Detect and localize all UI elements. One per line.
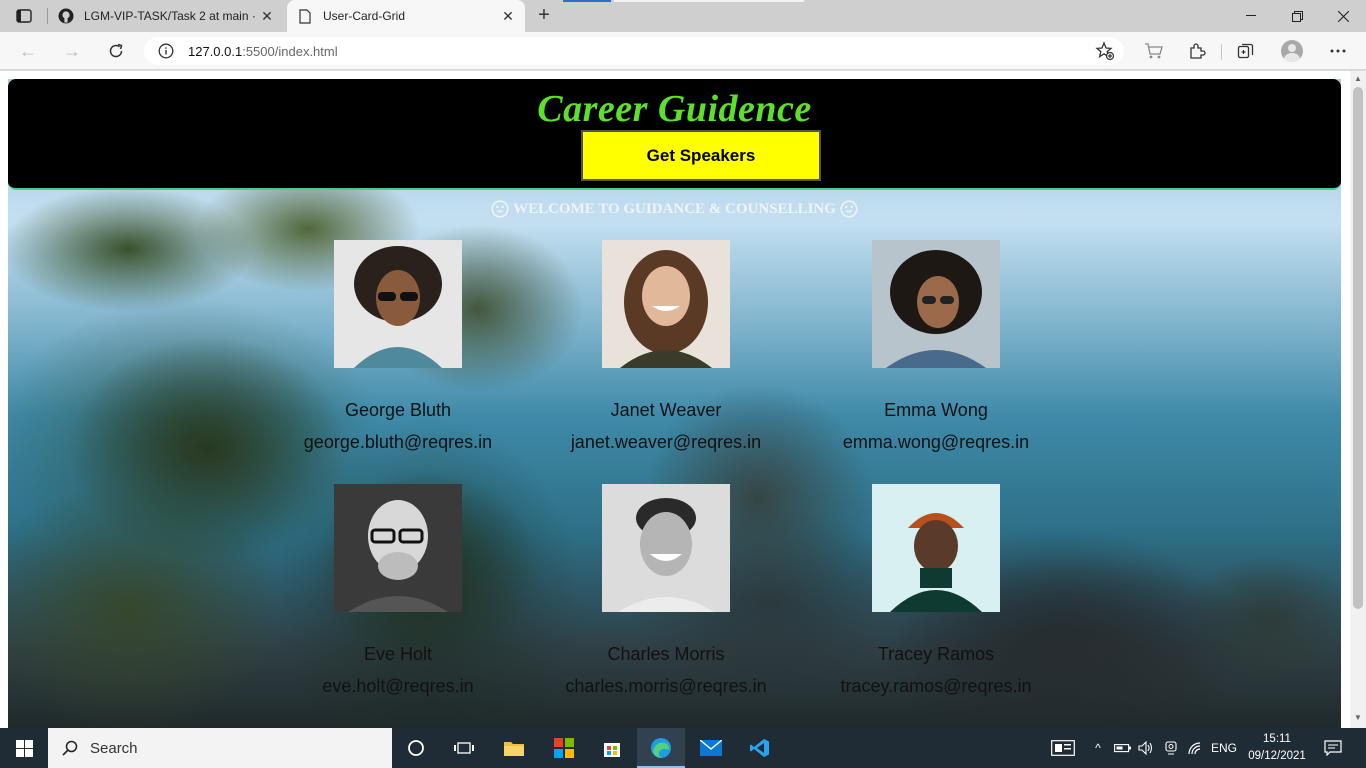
url-path: :5500/index.html: [242, 43, 338, 59]
tab-title: User-Card-Grid: [323, 9, 406, 23]
tab-indicator: [563, 0, 611, 2]
edge-browser-icon[interactable]: [637, 728, 685, 768]
scroll-down-icon[interactable]: ▼: [1353, 713, 1363, 723]
task-view-icon[interactable]: [440, 728, 488, 768]
collections-icon[interactable]: [1235, 41, 1257, 61]
office-icon[interactable]: [540, 728, 588, 768]
user-email: charles.morris@reqres.in: [565, 676, 767, 696]
user-card: Emma Wong emma.wong@reqres.in: [816, 240, 1056, 453]
user-avatar: [334, 484, 462, 612]
welcome-banner: WELCOME TO GUIDANCE & COUNSELLING: [8, 200, 1341, 218]
camera-icon[interactable]: [1162, 728, 1180, 768]
windows-start-icon[interactable]: [0, 728, 48, 768]
close-icon[interactable]: ✕: [256, 5, 278, 27]
user-email: george.bluth@reqres.in: [303, 432, 493, 452]
windows-taskbar: Search ^ ENG 15:11 09/12/2021: [0, 728, 1366, 768]
url-text[interactable]: 127.0.0.1:5500/index.html: [188, 44, 338, 59]
tab-actions-icon[interactable]: [10, 6, 38, 26]
page-title: Career Guidence: [537, 88, 812, 130]
smiley-icon: [491, 200, 509, 218]
extensions-icon[interactable]: [1186, 41, 1208, 61]
user-name: George Bluth: [344, 400, 452, 420]
user-avatar: [872, 484, 1000, 612]
user-avatar: [334, 240, 462, 368]
cortana-icon[interactable]: [392, 728, 440, 768]
tab-strip: LGM-VIP-TASK/Task 2 at main · s ✕ User-C…: [0, 0, 1366, 32]
github-icon: [58, 8, 74, 24]
user-email: eve.holt@reqres.in: [322, 676, 474, 696]
more-options-icon[interactable]: [1327, 41, 1349, 61]
get-speakers-button[interactable]: Get Speakers: [581, 130, 821, 181]
file-explorer-icon[interactable]: [490, 728, 538, 768]
restore-icon[interactable]: [1274, 0, 1320, 32]
user-avatar: [602, 484, 730, 612]
battery-icon[interactable]: [1114, 728, 1132, 768]
smiley-icon: [840, 200, 858, 218]
url-host: 127.0.0.1: [188, 43, 243, 59]
browser-toolbar: ← → 127.0.0.1:5500/index.html: [0, 32, 1366, 70]
user-name: Emma Wong: [884, 400, 988, 420]
vscode-icon[interactable]: [736, 728, 784, 768]
store-icon[interactable]: [588, 728, 636, 768]
search-icon: [62, 740, 78, 756]
user-avatar: [602, 240, 730, 368]
shopping-icon[interactable]: [1143, 41, 1165, 61]
close-icon[interactable]: ✕: [497, 5, 519, 27]
search-label: Search: [90, 739, 138, 757]
clock-date: 09/12/2021: [1248, 750, 1306, 762]
info-icon[interactable]: [158, 43, 174, 59]
language-indicator[interactable]: ENG: [1210, 728, 1238, 768]
volume-icon[interactable]: [1137, 728, 1155, 768]
address-bar[interactable]: 127.0.0.1:5500/index.html: [144, 37, 1124, 65]
favorites-add-icon[interactable]: [1094, 41, 1116, 61]
scrollbar-thumb[interactable]: [1353, 87, 1363, 609]
user-email: tracey.ramos@reqres.in: [840, 676, 1032, 696]
wifi-icon[interactable]: [1186, 728, 1204, 768]
user-avatar: [872, 240, 1000, 368]
refresh-icon[interactable]: [102, 38, 130, 64]
user-email: janet.weaver@reqres.in: [570, 432, 762, 452]
window-close-icon[interactable]: [1320, 0, 1366, 32]
page-viewport: WELCOME TO GUIDANCE & COUNSELLING George…: [0, 71, 1366, 728]
forward-icon[interactable]: →: [58, 38, 86, 64]
news-widget-icon[interactable]: [1050, 728, 1076, 768]
page-header: Career Guidence Get Speakers: [8, 79, 1341, 190]
toolbar-separator: [1221, 44, 1222, 60]
welcome-text: WELCOME TO GUIDANCE & COUNSELLING: [513, 200, 836, 217]
tab-title: LGM-VIP-TASK/Task 2 at main · s: [84, 9, 256, 23]
tab-user-card-grid[interactable]: User-Card-Grid ✕: [287, 0, 525, 32]
clock-time: 15:11: [1263, 733, 1291, 745]
taskbar-search-box[interactable]: Search: [48, 728, 392, 768]
new-tab-button[interactable]: +: [533, 5, 555, 27]
notifications-icon[interactable]: [1322, 728, 1344, 768]
show-hidden-icons-icon[interactable]: ^: [1090, 728, 1106, 768]
user-card: Janet Weaver janet.weaver@reqres.in: [546, 240, 786, 453]
user-card: Tracey Ramos tracey.ramos@reqres.in: [816, 484, 1056, 697]
user-card: George Bluth george.bluth@reqres.in: [278, 240, 518, 453]
user-card: Eve Holt eve.holt@reqres.in: [278, 484, 518, 697]
user-email: emma.wong@reqres.in: [842, 432, 1030, 452]
minimize-icon[interactable]: [1228, 0, 1274, 32]
back-icon[interactable]: ←: [14, 38, 42, 64]
mail-icon[interactable]: [687, 728, 735, 768]
user-name: Tracey Ramos: [877, 644, 995, 664]
user-name: Janet Weaver: [610, 400, 722, 420]
page-scrollbar[interactable]: ▲ ▼: [1350, 71, 1366, 728]
page-icon: [297, 8, 313, 24]
taskbar-clock[interactable]: 15:11 09/12/2021: [1244, 731, 1310, 765]
user-card: Charles Morris charles.morris@reqres.in: [546, 484, 786, 697]
user-name: Eve Holt: [363, 644, 433, 664]
scroll-up-icon[interactable]: ▲: [1353, 74, 1363, 84]
tab-indicator-bg: [614, 0, 804, 2]
tab-github[interactable]: LGM-VIP-TASK/Task 2 at main · s ✕: [48, 0, 284, 32]
profile-avatar[interactable]: [1281, 40, 1303, 62]
user-name: Charles Morris: [607, 644, 725, 664]
